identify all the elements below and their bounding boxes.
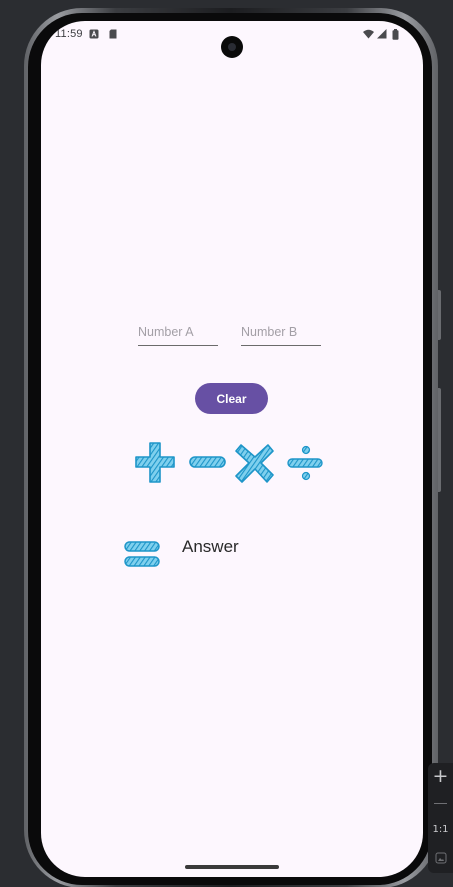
minus-icon: [189, 456, 226, 468]
emulator-toolbar: + 1:1: [428, 763, 453, 873]
screenshot-icon[interactable]: [428, 849, 453, 868]
number-a-input[interactable]: [138, 322, 218, 342]
phone-screen: 11:59 Number A Number B Clear Answer: [41, 21, 423, 877]
signal-icon: [377, 29, 387, 39]
battery-icon: [392, 29, 402, 40]
multiply-icon: [235, 444, 274, 483]
front-camera: [221, 36, 243, 58]
divide-icon: [287, 445, 323, 481]
sd-card-icon: [108, 29, 118, 39]
multiply-button[interactable]: [235, 441, 275, 485]
zoom-in-button[interactable]: +: [428, 765, 453, 787]
minus-button[interactable]: [188, 441, 228, 485]
divide-button[interactable]: [286, 441, 326, 485]
answer-text: Answer: [182, 537, 239, 556]
emulator-window: 11:59 Number A Number B Clear Answer + 1…: [0, 0, 453, 887]
wifi-icon: [363, 29, 374, 39]
plus-button[interactable]: [135, 441, 175, 485]
number-a-field[interactable]: [138, 321, 218, 346]
a-icon: [89, 29, 99, 39]
equals-icon: [123, 539, 161, 571]
number-b-field[interactable]: [241, 321, 321, 346]
zoom-ratio-button[interactable]: 1:1: [428, 824, 453, 835]
zoom-out-icon[interactable]: [434, 803, 447, 804]
status-time: 11:59: [55, 28, 83, 40]
number-b-input[interactable]: [241, 322, 321, 342]
plus-icon: [135, 442, 175, 483]
home-indicator[interactable]: [185, 865, 279, 869]
clear-button[interactable]: Clear: [195, 383, 268, 414]
